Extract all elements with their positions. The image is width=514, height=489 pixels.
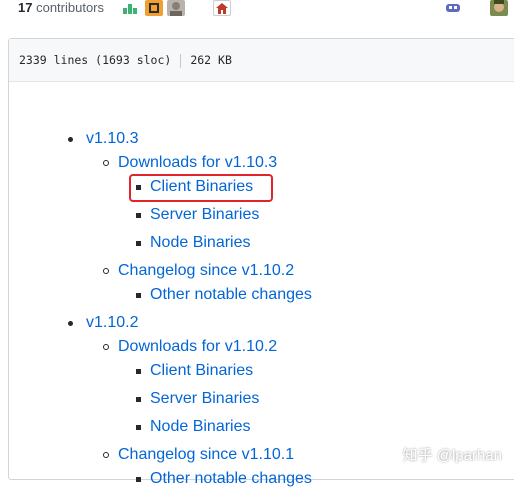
server-binaries-link[interactable]: Server Binaries xyxy=(150,205,259,225)
highlight-box xyxy=(129,174,273,202)
changelog-content: v1.10.3 Downloads for v1.10.3 Client Bin… xyxy=(0,0,514,487)
bullet xyxy=(136,241,141,246)
watermark: 知乎 @lparhan xyxy=(402,447,502,464)
bullet xyxy=(103,268,109,274)
bullet xyxy=(136,293,141,298)
bullet xyxy=(68,321,73,326)
bullet xyxy=(136,425,141,430)
release-link-v1-10-3[interactable]: v1.10.3 xyxy=(86,129,138,149)
bullet xyxy=(136,369,141,374)
bullet xyxy=(136,477,141,482)
node-binaries-link[interactable]: Node Binaries xyxy=(150,417,251,437)
server-binaries-link[interactable]: Server Binaries xyxy=(150,389,259,409)
bullet xyxy=(136,397,141,402)
bullet xyxy=(136,213,141,218)
downloads-link[interactable]: Downloads for v1.10.3 xyxy=(118,153,277,173)
changelog-link[interactable]: Changelog since v1.10.1 xyxy=(118,445,294,465)
other-notable-changes-link[interactable]: Other notable changes xyxy=(150,285,312,305)
bullet xyxy=(68,137,73,142)
release-link-v1-10-2[interactable]: v1.10.2 xyxy=(86,313,138,333)
node-binaries-link[interactable]: Node Binaries xyxy=(150,233,251,253)
bullet xyxy=(103,452,109,458)
bullet xyxy=(103,160,109,166)
bullet xyxy=(103,344,109,350)
downloads-link[interactable]: Downloads for v1.10.2 xyxy=(118,337,277,357)
client-binaries-link[interactable]: Client Binaries xyxy=(150,361,253,381)
other-notable-changes-link[interactable]: Other notable changes xyxy=(150,469,312,489)
changelog-link[interactable]: Changelog since v1.10.2 xyxy=(118,261,294,281)
